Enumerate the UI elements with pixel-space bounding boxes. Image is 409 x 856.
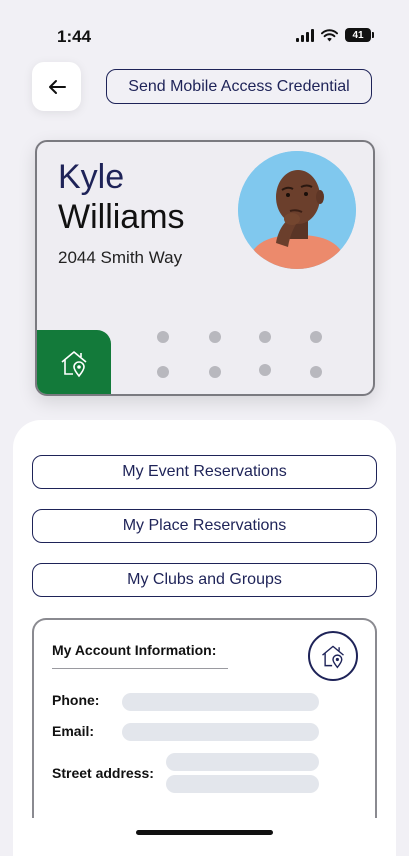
home-indicator[interactable] (136, 830, 273, 835)
card-dot (259, 331, 271, 343)
arrow-left-icon (48, 79, 66, 94)
avatar (238, 151, 356, 269)
email-label: Email: (52, 723, 95, 739)
card-dot (209, 331, 221, 343)
street-address-value-placeholder (166, 753, 319, 771)
home-location-icon (61, 351, 87, 378)
my-place-reservations-button[interactable]: My Place Reservations (32, 509, 377, 543)
card-last-name: Williams (58, 198, 185, 236)
card-dot (310, 331, 322, 343)
wifi-icon (321, 28, 338, 41)
account-home-button[interactable] (308, 631, 358, 681)
email-value-placeholder (122, 723, 319, 741)
my-clubs-and-groups-button[interactable]: My Clubs and Groups (32, 563, 377, 597)
card-dot (259, 364, 271, 376)
cellular-signal-icon (296, 28, 314, 42)
battery-icon: 41 (345, 28, 374, 42)
home-tile[interactable] (37, 330, 111, 394)
card-dot (310, 366, 322, 378)
status-time: 1:44 (57, 27, 92, 46)
status-bar: 1:44 41 (0, 0, 409, 60)
card-dot (157, 366, 169, 378)
card-first-name: Kyle (58, 158, 125, 196)
send-mobile-access-credential-button[interactable]: Send Mobile Access Credential (106, 69, 372, 104)
phone-label: Phone: (52, 692, 100, 708)
my-event-reservations-button[interactable]: My Event Reservations (32, 455, 377, 489)
account-title-divider (52, 668, 228, 669)
street-address-value-placeholder (166, 775, 319, 793)
card-address: 2044 Smith Way (58, 248, 183, 267)
phone-value-placeholder (122, 693, 319, 711)
card-dot (157, 331, 169, 343)
street-address-label: Street address: (52, 765, 154, 781)
account-title: My Account Information: (52, 642, 217, 658)
account-information-panel: My Account Information: Phone: Email: St… (32, 618, 377, 818)
member-card: Kyle Williams 2044 Smith Way (35, 140, 375, 396)
battery-level: 41 (352, 29, 364, 41)
status-icons: 41 (296, 28, 374, 42)
home-location-icon (322, 645, 344, 669)
card-dot (209, 366, 221, 378)
back-button[interactable] (32, 62, 81, 111)
